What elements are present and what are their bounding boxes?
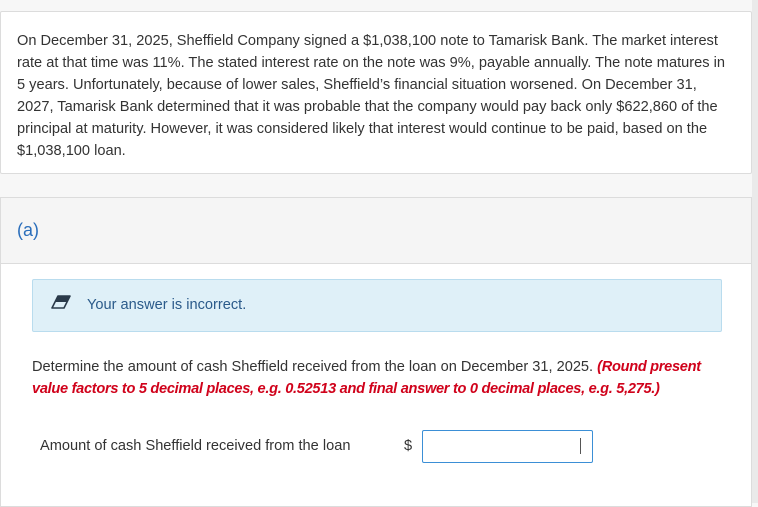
part-header: (a) [1,198,751,264]
text-cursor [580,438,581,454]
problem-statement: On December 31, 2025, Sheffield Company … [17,33,725,159]
question-text: Determine the amount of cash Sheffield r… [32,356,732,400]
feedback-message: Your answer is incorrect. [32,279,722,332]
problem-card: On December 31, 2025, Sheffield Company … [0,11,752,174]
eraser-icon [51,295,71,309]
feedback-text: Your answer is incorrect. [87,297,247,313]
cash-received-input[interactable] [422,430,593,463]
question-prompt: Determine the amount of cash Sheffield r… [32,359,598,375]
part-a-card: (a) Your answer is incorrect. Determine … [0,197,752,507]
part-label: (a) [17,220,39,240]
answer-label: Amount of cash Sheffield received from t… [40,438,351,454]
window-edge [752,0,758,503]
currency-symbol: $ [404,438,413,454]
